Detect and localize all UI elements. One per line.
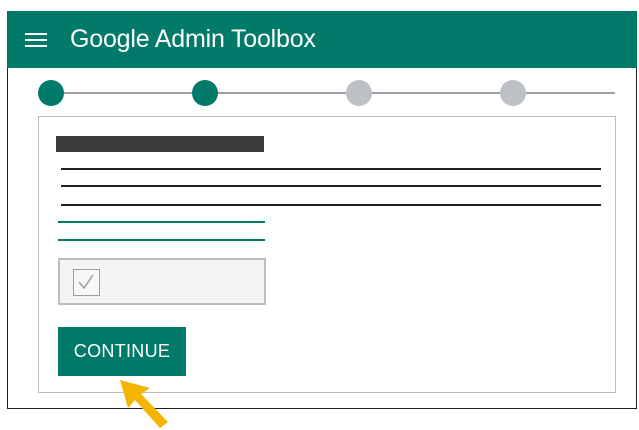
step-4-incomplete[interactable] (500, 80, 526, 106)
step-3-incomplete[interactable] (346, 80, 372, 106)
checkmark-icon (78, 274, 94, 290)
continue-button[interactable]: CONTINUE (58, 327, 186, 376)
app-title: Google Admin Toolbox (70, 25, 316, 53)
text-line-placeholder (61, 168, 601, 170)
app-bar: Google Admin Toolbox (7, 11, 637, 68)
arrow-cursor-icon (120, 380, 168, 428)
text-line-placeholder (61, 185, 601, 187)
checkbox-field[interactable] (58, 258, 266, 305)
input-field-underline[interactable] (58, 239, 265, 241)
form-heading-placeholder (56, 136, 264, 152)
step-1-complete[interactable] (38, 80, 64, 106)
step-2-complete[interactable] (192, 80, 218, 106)
text-line-placeholder (61, 204, 601, 206)
stepper-track (50, 92, 615, 94)
checkbox[interactable] (73, 269, 100, 296)
hamburger-menu-icon[interactable] (25, 31, 47, 49)
input-field-underline[interactable] (58, 221, 265, 223)
